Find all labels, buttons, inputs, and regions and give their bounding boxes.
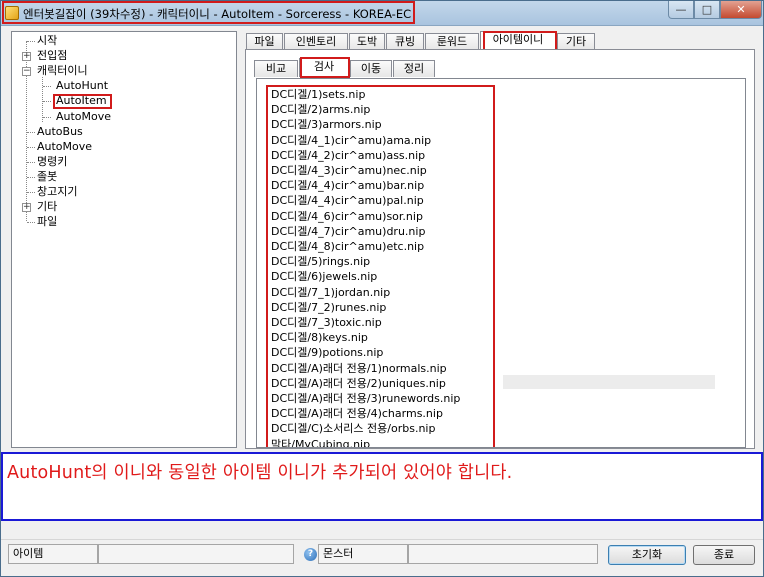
tab-runeword[interactable]: 룬워드 [425,33,479,50]
reset-button[interactable]: 초기화 [608,545,686,565]
expand-icon[interactable]: + [22,52,31,61]
tree-item-autohunt[interactable]: AutoHunt [56,79,108,93]
tree-item-autobus[interactable]: AutoBus [37,125,83,139]
ini-file-list[interactable]: DC디겔/1)sets.nip DC디겔/2)arms.nip DC디겔/3)arm… [256,78,746,448]
tab-inventory[interactable]: 인벤토리 [284,33,348,50]
file-list-highlight-box [266,85,495,447]
minimize-icon: — [675,3,687,16]
settings-tree[interactable]: 시작 + 전입점 − 캐릭터이니 AutoHunt AutoItem AutoM… [11,31,237,448]
title-bar[interactable]: 엔터봇길잡이 (39차수정) - 캐릭터이니 - AutoItem - Sorc… [1,1,763,26]
tree-connector [43,86,51,87]
help-icon[interactable]: ? [304,548,317,561]
close-icon: ✕ [736,3,746,16]
annotation-text: AutoHunt의 이니와 동일한 아이템 이니가 추가되어 있어야 합니다. [7,463,513,483]
minimize-button[interactable]: — [668,1,694,19]
tree-item-entry[interactable]: 전입점 [37,49,67,63]
tree-item-stash-keeper[interactable]: 창고지기 [37,185,77,199]
tree-connector [27,147,35,148]
collapse-icon[interactable]: − [22,67,31,76]
subtab-compare[interactable]: 비교 [254,60,298,77]
subtab-move[interactable]: 이동 [350,60,392,77]
tab-etc[interactable]: 기타 [557,33,595,50]
row-hover-band [503,375,715,389]
item-value-field [98,544,294,564]
title-highlight-box [2,1,415,24]
tree-item-commands[interactable]: 명령키 [37,155,67,169]
tree-connector [27,222,35,223]
status-bar: 아이템 ? 몬스터 초기화 종료 [1,539,763,576]
tree-connector [43,117,51,118]
maximize-icon: □ [701,3,713,16]
tree-connector [27,41,35,42]
exit-button[interactable]: 종료 [693,545,755,565]
tree-item-start[interactable]: 시작 [37,34,57,48]
tree-guide-line [42,77,43,122]
tree-connector [27,132,35,133]
tab-cubing[interactable]: 큐빙 [386,33,424,50]
tree-connector [43,101,51,102]
tree-item-etc[interactable]: 기타 [37,200,57,214]
tab-gamble[interactable]: 도박 [349,33,385,50]
tree-item-minion-bot[interactable]: 졸봇 [37,170,57,184]
annotation-note: AutoHunt의 이니와 동일한 아이템 이니가 추가되어 있어야 합니다. [1,452,763,521]
monster-label-field: 몬스터 [318,544,408,564]
selected-item-highlight [53,94,112,109]
tab-highlight-box [483,31,557,51]
tree-connector [27,162,35,163]
main-window: 엔터봇길잡이 (39차수정) - 캐릭터이니 - AutoItem - Sorc… [0,0,764,577]
close-button[interactable]: ✕ [720,1,762,19]
tab-file[interactable]: 파일 [246,33,283,50]
tree-item-file[interactable]: 파일 [37,215,57,229]
tree-connector [27,192,35,193]
tree-item-automove[interactable]: AutoMove [56,110,111,124]
maximize-button[interactable]: □ [694,1,720,19]
expand-icon[interactable]: + [22,203,31,212]
item-label-field: 아이템 [8,544,98,564]
tree-connector [27,177,35,178]
tree-item-character-ini[interactable]: 캐릭터이니 [37,64,88,78]
subtab-organize[interactable]: 정리 [393,60,435,77]
subtab-highlight-box [300,57,350,78]
tree-item-automove-2[interactable]: AutoMove [37,140,92,154]
monster-value-field [408,544,598,564]
